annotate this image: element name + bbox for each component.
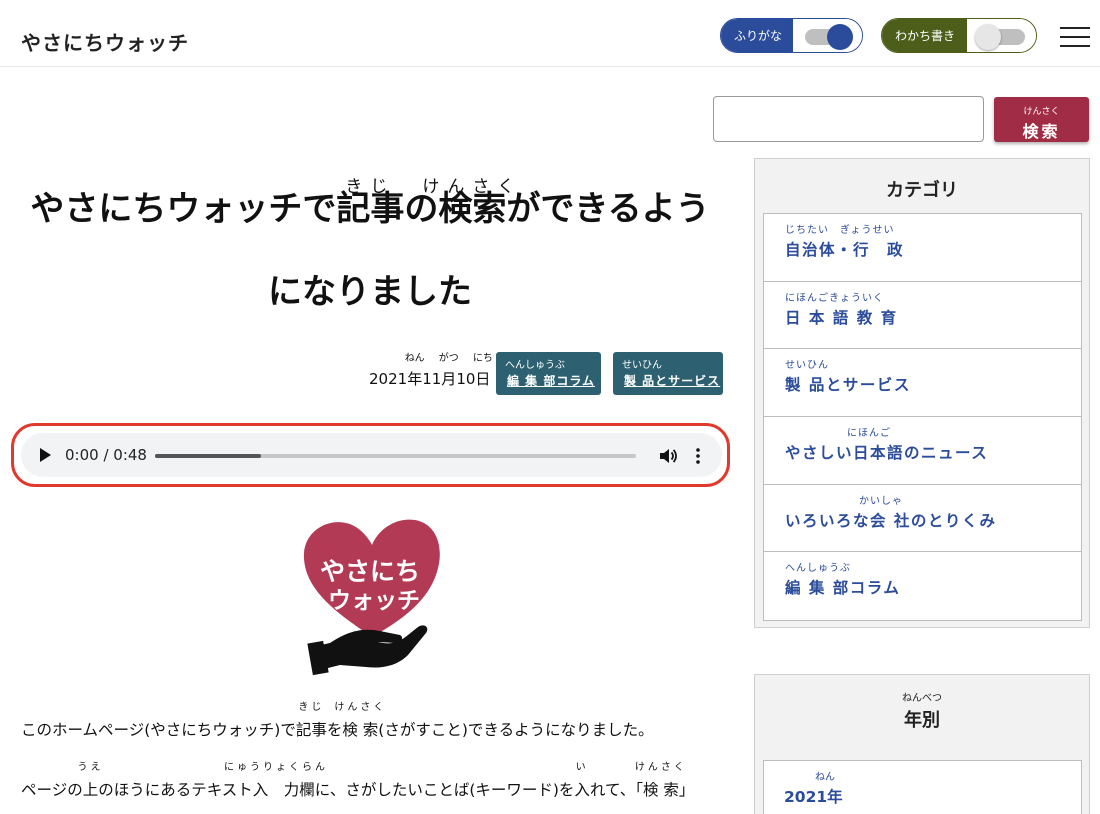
tag-ruby: へんしゅうぶ: [505, 360, 565, 371]
yearly-title: 年別: [904, 710, 940, 731]
site-header: やさにちウォッチ ふりがな わかち書き: [0, 0, 1100, 67]
year-item-ruby: ねん: [815, 772, 835, 783]
category-item-label: 日 本 語 教 育: [785, 308, 898, 327]
audio-progress-bar[interactable]: [155, 454, 636, 458]
article-title: やさにちウォッチで きじ 記事の けんさく 検索ができるよう になりました: [30, 177, 710, 312]
more-options-icon[interactable]: [695, 446, 701, 466]
category-item-editorial-column[interactable]: へんしゅうぶ 編 集 部コラム: [764, 552, 1081, 620]
category-item-ruby: にほんご: [847, 428, 891, 440]
furigana-toggle-label: ふりがな: [721, 19, 793, 52]
year-item-label: 2021年: [784, 788, 843, 806]
wakachi-toggle-label: わかち書き: [882, 19, 967, 52]
category-item-company-initiatives[interactable]: かいしゃ いろいろな会 社のとりくみ: [764, 485, 1081, 553]
category-item-label: やさしい日本語のニュース: [785, 444, 989, 463]
logo-text-line2: ウォッチ: [328, 588, 420, 614]
wakachi-switch[interactable]: [967, 19, 1036, 52]
article-paragraph-2: ページの うえ 上のほうにあるテキスト にゅうりょくらん入 力欄に、さがしたいことば(…: [21, 762, 695, 799]
category-sidebar: カテゴリ じちたい ぎょうせい 自治体・行 政 にほんごきょういく 日 本 語 …: [754, 158, 1090, 628]
category-item-label: 編 集 部コラム: [785, 579, 901, 598]
wakachi-toggle[interactable]: わかち書き: [881, 18, 1037, 53]
furigana-switch-knob: [827, 24, 853, 50]
tag-label: 編 集 部コラム: [507, 374, 595, 388]
tag-products-services[interactable]: せいひん 製 品とサービス: [613, 352, 723, 395]
audio-player[interactable]: 0:00 / 0:48: [21, 433, 722, 477]
category-item-label: 製 品とサービス: [785, 376, 911, 395]
category-item-products-services[interactable]: せいひん 製 品とサービス: [764, 349, 1081, 418]
category-list: じちたい ぎょうせい 自治体・行 政 にほんごきょういく 日 本 語 教 育 せ…: [763, 213, 1082, 622]
audio-progress-fill: [155, 454, 261, 458]
category-title: カテゴリ: [886, 180, 958, 201]
category-item-label: 自治体・行 政: [785, 241, 905, 259]
category-item-ruby: じちたい ぎょうせい: [785, 225, 895, 236]
category-item-easy-japanese-news[interactable]: にほんご やさしい日本語のニュース: [764, 417, 1081, 485]
search-input[interactable]: [713, 96, 984, 142]
year-item-2021[interactable]: ねん 2021年: [764, 761, 1081, 814]
wakachi-switch-knob: [975, 24, 1001, 50]
audio-time-display: 0:00 / 0:48: [65, 446, 147, 464]
tag-ruby: せいひん: [622, 360, 662, 371]
tag-editorial-column[interactable]: へんしゅうぶ 編 集 部コラム: [496, 352, 601, 395]
category-item-ruby: にほんごきょういく: [785, 292, 884, 304]
site-logo[interactable]: やさにちウォッチ: [21, 27, 189, 56]
hamburger-menu-icon[interactable]: [1060, 27, 1090, 47]
search-button-label: 検索: [1022, 123, 1061, 141]
yearly-title-ruby: ねんべつ: [902, 693, 942, 704]
category-item-ruby: かいしゃ: [859, 495, 903, 507]
search-button-ruby: けんさく: [1023, 105, 1060, 116]
play-icon[interactable]: [40, 448, 51, 462]
furigana-switch[interactable]: [793, 19, 862, 52]
logo-text-line1: やさにち: [320, 557, 420, 586]
article-date: 2021 ねん 年11 がつ 月10 にち日: [369, 353, 493, 388]
category-item-ruby: へんしゅうぶ: [785, 563, 851, 575]
volume-icon[interactable]: [658, 446, 678, 466]
yearly-sidebar: ねんべつ 年別 ねん 2021年: [754, 674, 1090, 814]
search-button[interactable]: けんさく 検索: [994, 97, 1089, 142]
category-item-label: いろいろな会 社のとりくみ: [785, 511, 997, 530]
yasanichi-watch-logo: やさにち ウォッチ: [303, 519, 440, 676]
furigana-toggle[interactable]: ふりがな: [720, 18, 863, 53]
category-item-japanese-education[interactable]: にほんごきょういく 日 本 語 教 育: [764, 282, 1081, 350]
tag-label: 製 品とサービス: [624, 374, 721, 388]
yearly-list: ねん 2021年: [763, 760, 1082, 814]
article-paragraph-1: このホームページ(やさにちウォッチ)で きじ 記事を けんさく検 索(さがすこと)でき…: [21, 702, 654, 739]
category-item-ruby: せいひん: [785, 360, 829, 372]
category-item-local-government[interactable]: じちたい ぎょうせい 自治体・行 政: [764, 214, 1081, 282]
